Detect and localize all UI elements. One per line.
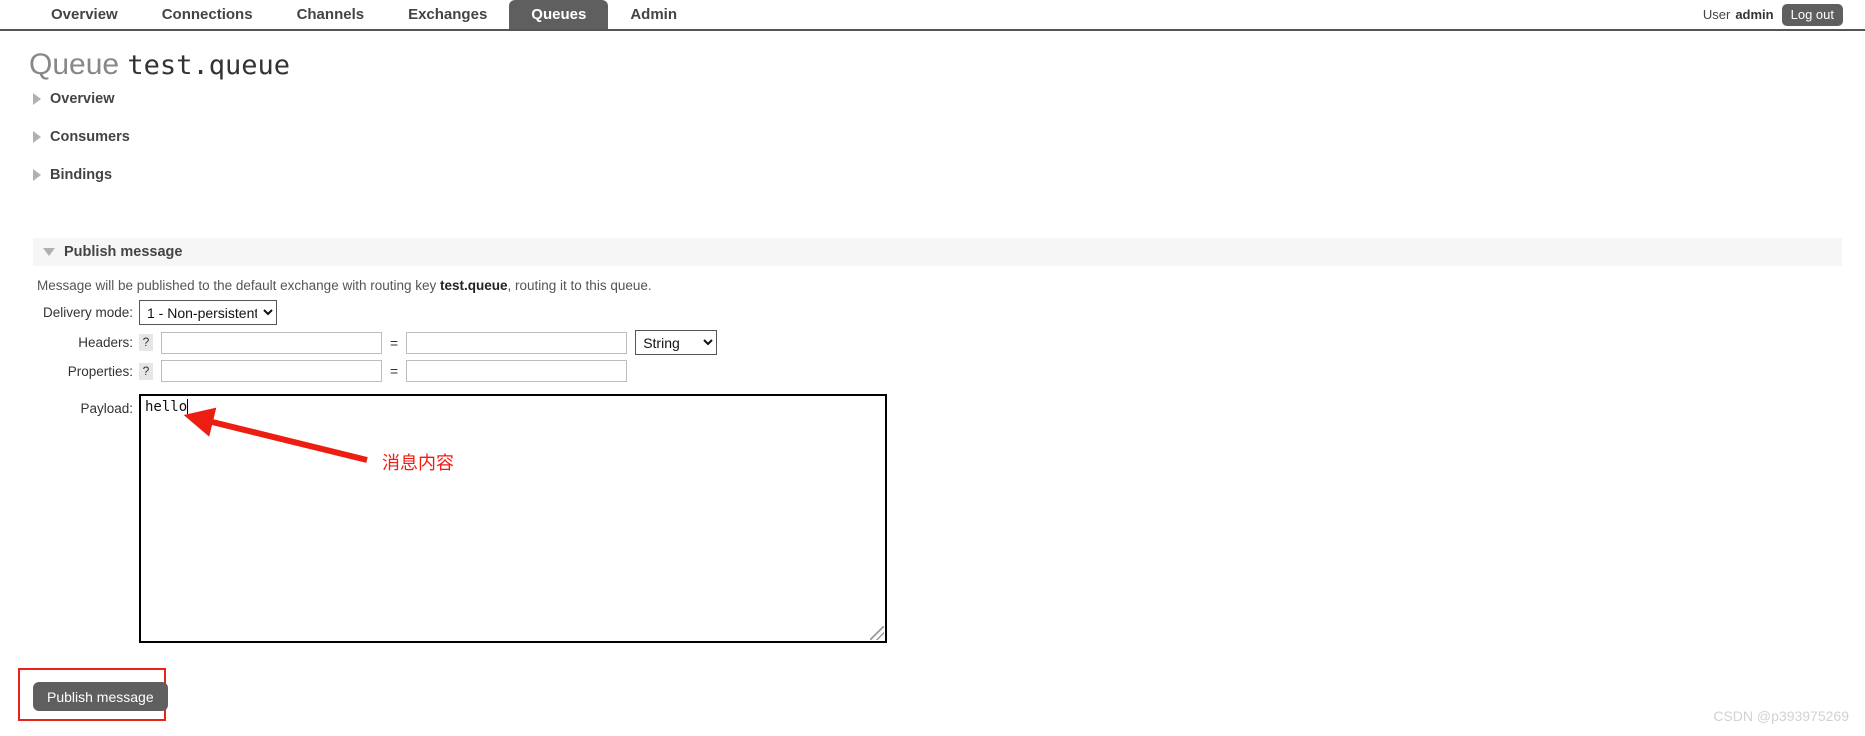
publish-message-button[interactable]: Publish message xyxy=(33,682,168,711)
headers-help-icon[interactable]: ? xyxy=(139,334,153,351)
payload-row: Payload: hello xyxy=(37,394,887,643)
nav-tab-overview[interactable]: Overview xyxy=(29,0,140,29)
headers-label: Headers: xyxy=(78,335,133,350)
nav-tab-label: Queues xyxy=(531,6,587,23)
delivery-mode-label: Delivery mode: xyxy=(42,305,133,320)
publish-description-before: Message will be published to the default… xyxy=(37,278,440,293)
nav-tab-queues[interactable]: Queues xyxy=(509,0,609,29)
top-navigation-bar: Overview Connections Channels Exchanges … xyxy=(0,0,1865,31)
triangle-right-icon xyxy=(33,131,41,143)
properties-help-icon[interactable]: ? xyxy=(139,362,153,380)
properties-equals-sign: = xyxy=(390,363,399,379)
section-header-bindings[interactable]: Bindings xyxy=(33,162,112,188)
headers-key-input[interactable] xyxy=(161,331,382,354)
properties-row: Properties: ? = xyxy=(37,360,628,382)
resize-handle-icon[interactable] xyxy=(870,626,884,640)
user-label: User xyxy=(1702,7,1731,22)
nav-tab-connections[interactable]: Connections xyxy=(140,0,275,29)
delivery-mode-select[interactable]: 1 - Non-persistent 2 - Persistent xyxy=(139,300,277,325)
properties-value-input[interactable] xyxy=(406,360,628,382)
payload-value: hello xyxy=(145,399,188,415)
nav-tab-exchanges[interactable]: Exchanges xyxy=(386,0,509,29)
headers-value-input[interactable] xyxy=(406,331,628,354)
nav-tab-channels[interactable]: Channels xyxy=(275,0,387,29)
user-area: User admin Log out xyxy=(1703,0,1843,29)
section-header-publish-message[interactable]: Publish message xyxy=(33,238,1842,266)
properties-label: Properties: xyxy=(67,363,133,379)
payload-text-content: hello xyxy=(145,399,189,415)
nav-tab-label: Admin xyxy=(630,6,677,23)
user-name: admin xyxy=(1735,7,1774,22)
nav-tab-label: Connections xyxy=(161,6,253,23)
section-label: Overview xyxy=(50,91,115,107)
annotation-label: 消息内容 xyxy=(382,453,454,474)
triangle-right-icon xyxy=(33,93,41,105)
section-label: Bindings xyxy=(50,167,113,183)
section-label: Publish message xyxy=(64,244,183,260)
nav-tab-admin[interactable]: Admin xyxy=(608,0,699,29)
text-cursor xyxy=(187,399,189,414)
payload-textarea[interactable]: hello xyxy=(139,394,887,643)
page-title-prefix: Queue xyxy=(29,48,120,81)
publish-description-routing-key: test.queue xyxy=(440,278,508,293)
nav-tab-label: Exchanges xyxy=(408,6,488,23)
headers-equals-sign: = xyxy=(390,334,399,351)
publish-description: Message will be published to the default… xyxy=(37,278,652,293)
properties-key-input[interactable] xyxy=(161,360,382,382)
section-header-consumers[interactable]: Consumers xyxy=(33,124,130,150)
publish-description-after: , routing it to this queue. xyxy=(507,278,652,293)
nav-tab-label: Overview xyxy=(51,6,118,23)
watermark: CSDN @p393975269 xyxy=(1713,708,1849,724)
delivery-mode-row: Delivery mode: 1 - Non-persistent 2 - Pe… xyxy=(37,300,277,325)
headers-type-select[interactable]: String Number Boolean List xyxy=(635,330,718,355)
nav-tab-list: Overview Connections Channels Exchanges … xyxy=(29,0,699,29)
nav-tab-label: Channels xyxy=(296,6,365,23)
triangle-down-icon xyxy=(43,248,55,256)
queue-name: test.queue xyxy=(127,50,290,81)
payload-label: Payload: xyxy=(80,401,133,416)
page-title: Queue test.queue xyxy=(29,48,290,82)
logout-button[interactable]: Log out xyxy=(1781,3,1843,26)
section-header-overview[interactable]: Overview xyxy=(33,86,115,112)
triangle-right-icon xyxy=(33,169,41,181)
headers-row: Headers: ? = String Number Boolean List xyxy=(37,330,718,355)
section-label: Consumers xyxy=(50,129,130,145)
